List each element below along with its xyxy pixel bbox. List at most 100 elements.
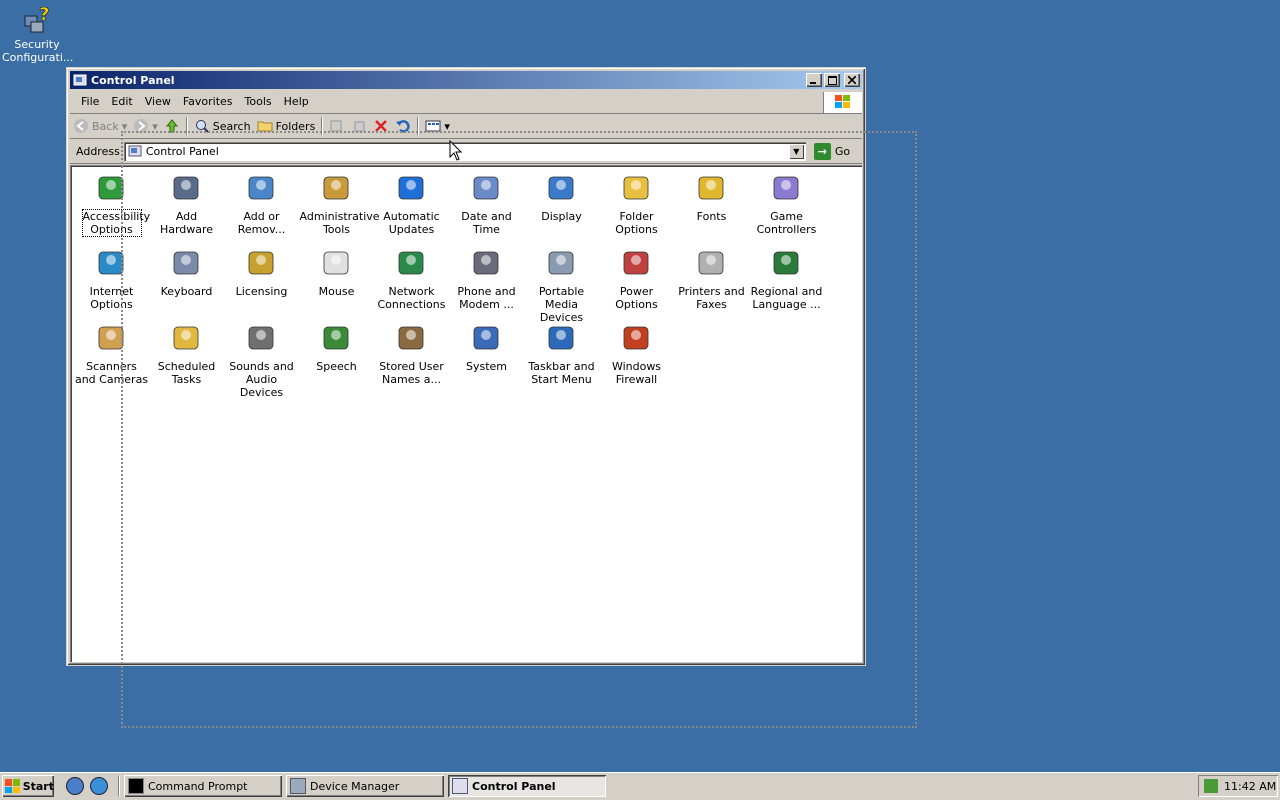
minimize-button[interactable] <box>806 73 822 87</box>
address-input[interactable]: Control Panel ▼ <box>123 141 806 161</box>
cp-item-game-controllers[interactable]: Game Controllers <box>749 169 824 244</box>
command-prompt-icon <box>128 778 144 794</box>
task-control-panel[interactable]: Control Panel <box>448 775 606 797</box>
stored-user-names-icon <box>395 321 429 355</box>
cp-item-label: Network Connections <box>377 285 446 311</box>
windows-logo-icon <box>823 91 862 113</box>
up-folder-button[interactable] <box>161 115 183 137</box>
cp-item-label: Printers and Faxes <box>678 285 745 311</box>
network-connections-icon <box>395 246 429 280</box>
search-label: Search <box>212 119 251 133</box>
forward-button[interactable]: ▾ <box>130 115 161 137</box>
cp-item-add-remove-programs[interactable]: Add or Remov... <box>224 169 299 244</box>
go-button[interactable]: → Go <box>813 142 851 160</box>
start-button[interactable]: Start <box>2 775 54 797</box>
scanners-cameras-icon <box>95 321 129 355</box>
up-folder-icon <box>165 119 178 133</box>
cp-item-add-hardware[interactable]: Add Hardware <box>149 169 224 244</box>
cp-item-accessibility[interactable]: Accessibility Options <box>74 169 150 244</box>
cp-item-administrative-tools[interactable]: Administrative Tools <box>299 169 380 244</box>
control-panel-window: Control Panel File Edit View Favorites T… <box>66 67 866 666</box>
task-device-manager[interactable]: Device Manager <box>286 775 444 797</box>
cp-item-sounds-audio[interactable]: Sounds and Audio Devices <box>224 319 299 399</box>
cp-item-automatic-updates[interactable]: Automatic Updates <box>374 169 449 244</box>
cp-item-keyboard[interactable]: Keyboard <box>149 244 224 319</box>
task-command-prompt[interactable]: Command Prompt <box>124 775 282 797</box>
cp-item-power-options[interactable]: Power Options <box>599 244 674 319</box>
cp-item-label: Internet Options <box>89 285 134 311</box>
portable-media-icon <box>545 246 579 280</box>
maximize-button[interactable] <box>824 73 840 87</box>
folder-icon <box>257 121 273 132</box>
menu-file[interactable]: File <box>75 93 105 111</box>
delete-button[interactable] <box>370 115 392 137</box>
cp-item-fonts[interactable]: Fonts <box>674 169 749 244</box>
cp-item-windows-firewall[interactable]: Windows Firewall <box>599 319 674 394</box>
cp-item-printers-faxes[interactable]: Printers and Faxes <box>674 244 749 319</box>
cp-item-regional-language[interactable]: Regional and Language ... <box>749 244 824 319</box>
toolbar-separator <box>417 117 420 135</box>
cp-item-taskbar-start-menu[interactable]: Taskbar and Start Menu <box>524 319 599 394</box>
cp-item-label: Administrative Tools <box>299 210 380 236</box>
menu-tools[interactable]: Tools <box>239 93 278 111</box>
cp-item-phone-modem[interactable]: Phone and Modem ... <box>449 244 524 319</box>
regional-language-icon <box>770 246 804 280</box>
show-desktop-icon[interactable] <box>66 777 84 795</box>
cp-item-stored-user-names[interactable]: Stored User Names a... <box>374 319 449 394</box>
control-panel-content: Accessibility Options Add Hardware Add or … <box>70 165 862 662</box>
minimize-icon <box>810 82 816 84</box>
cp-item-network-connections[interactable]: Network Connections <box>374 244 449 319</box>
cp-item-speech[interactable]: Speech <box>299 319 374 394</box>
menu-edit[interactable]: Edit <box>105 93 138 111</box>
cp-item-scanners-cameras[interactable]: Scanners and Cameras <box>74 319 149 394</box>
menu-help[interactable]: Help <box>278 93 315 111</box>
undo-icon <box>396 120 410 133</box>
add-remove-programs-icon <box>245 171 279 205</box>
menu-view[interactable]: View <box>139 93 177 111</box>
close-button[interactable] <box>844 73 860 87</box>
cp-item-label: Licensing <box>235 285 288 298</box>
chevron-down-icon: ▾ <box>444 119 450 133</box>
back-arrow-icon <box>74 119 88 133</box>
cp-item-mouse[interactable]: Mouse <box>299 244 374 319</box>
folder-options-icon <box>620 171 654 205</box>
folders-button[interactable]: Folders <box>254 115 319 137</box>
cp-item-label: System <box>465 360 508 373</box>
mouse-cursor-icon <box>449 140 463 161</box>
move-to-button[interactable] <box>326 115 348 137</box>
cp-item-display[interactable]: Display <box>524 169 599 244</box>
cp-item-system[interactable]: System <box>449 319 524 394</box>
cp-item-folder-options[interactable]: Folder Options <box>599 169 674 244</box>
search-button[interactable]: Search <box>191 115 254 137</box>
back-button[interactable]: Back ▾ <box>70 115 130 137</box>
title-bar[interactable]: Control Panel <box>70 71 862 89</box>
cp-item-scheduled-tasks[interactable]: Scheduled Tasks <box>149 319 224 394</box>
address-label: Address <box>76 144 120 158</box>
address-dropdown-button[interactable]: ▼ <box>788 143 804 159</box>
task-label: Command Prompt <box>148 779 248 793</box>
mouse-icon <box>320 246 354 280</box>
copy-to-button[interactable] <box>348 115 370 137</box>
back-label: Back <box>92 119 119 133</box>
cp-item-date-time[interactable]: Date and Time <box>449 169 524 244</box>
cp-item-portable-media[interactable]: Portable Media Devices <box>524 244 599 324</box>
desktop-icon-security-configuration[interactable]: ? Security Configurati... <box>2 4 73 64</box>
task-label: Device Manager <box>310 779 400 793</box>
delete-x-icon <box>375 120 388 132</box>
address-bar: Address Control Panel ▼ → Go <box>70 139 862 164</box>
cp-item-internet-options[interactable]: Internet Options <box>74 244 149 319</box>
cp-item-label: Add Hardware <box>159 210 214 236</box>
undo-button[interactable] <box>392 115 414 137</box>
phone-modem-icon <box>470 246 504 280</box>
forward-arrow-icon <box>134 119 149 133</box>
menu-favorites[interactable]: Favorites <box>177 93 239 111</box>
cp-item-licensing[interactable]: Licensing <box>224 244 299 319</box>
views-button[interactable]: ▾ <box>422 115 453 137</box>
network-tray-icon[interactable] <box>1204 779 1218 793</box>
taskbar: Start Command Prompt Device Manager Cont… <box>0 772 1280 800</box>
administrative-tools-icon <box>320 171 354 205</box>
internet-explorer-icon[interactable] <box>90 777 108 795</box>
cp-item-label: Windows Firewall <box>611 360 662 386</box>
automatic-updates-icon <box>395 171 429 205</box>
go-label: Go <box>834 144 851 158</box>
